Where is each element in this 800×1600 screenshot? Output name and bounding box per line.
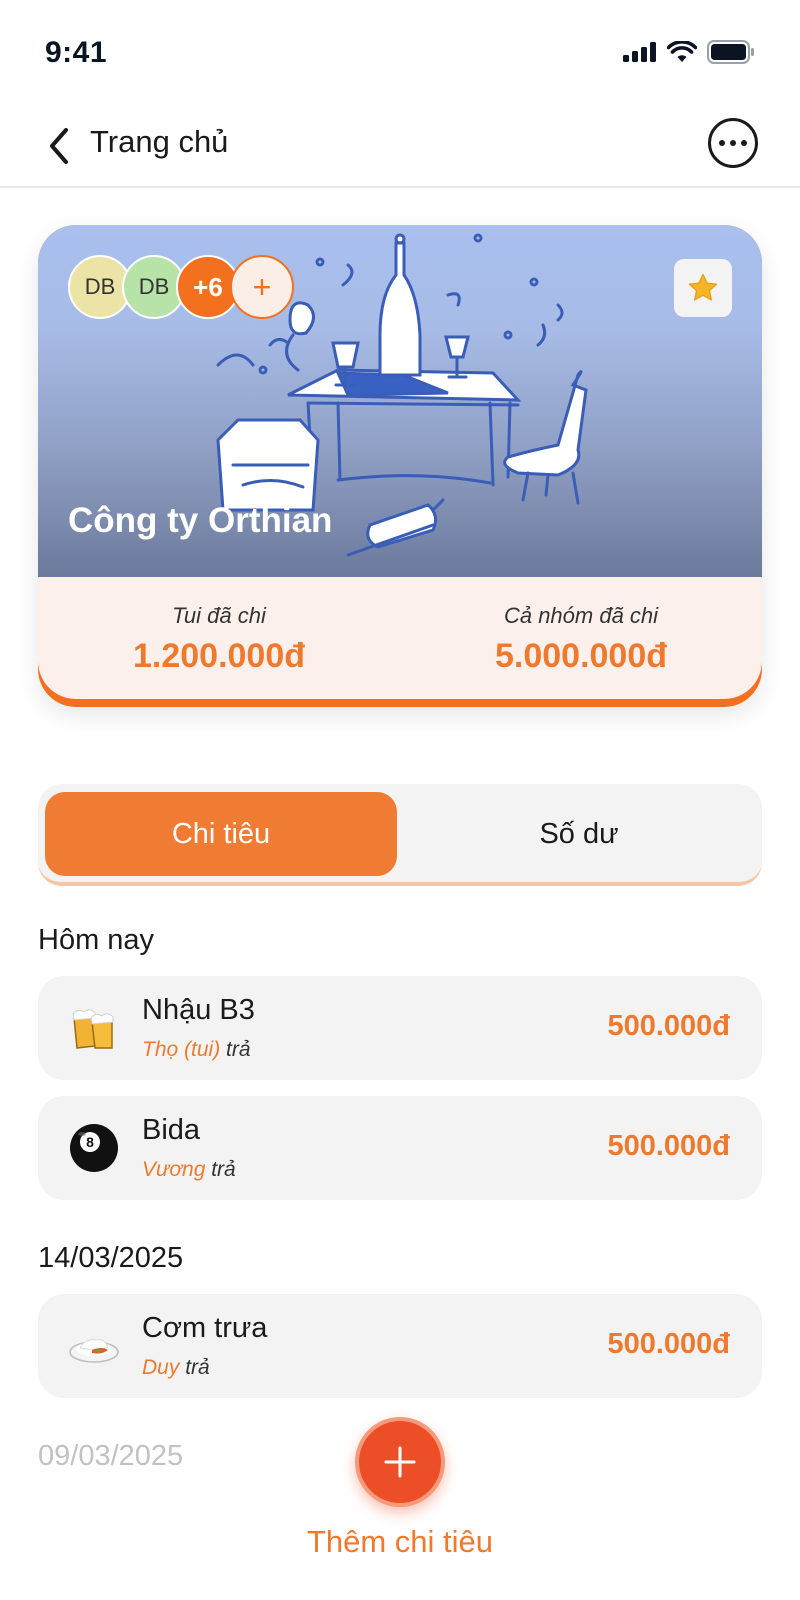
expense-name: Bida (142, 1114, 201, 1146)
add-expense-label[interactable]: Thêm chi tiêu (0, 1524, 800, 1560)
beer-icon (72, 1009, 114, 1049)
group-name: Công ty Orthian (68, 501, 333, 540)
chevron-left-icon (50, 128, 68, 164)
payer-name: Vương (142, 1158, 206, 1181)
battery-icon (707, 40, 754, 64)
back-label[interactable]: Trang chủ (90, 124, 228, 160)
group-spent-label: Cả nhóm đã chi (503, 603, 659, 628)
add-expense-button[interactable] (355, 1417, 445, 1507)
paid-suffix: trả (226, 1038, 251, 1061)
segmented-tabs: Chi tiêu Số dư (38, 784, 762, 886)
tab-expenses[interactable]: Chi tiêu (45, 792, 397, 876)
status-icons (623, 40, 755, 64)
back-button[interactable] (42, 124, 78, 168)
signal-icon (623, 42, 656, 62)
expense-item[interactable]: Cơm trưa Duy trả 500.000đ (38, 1294, 762, 1398)
expense-amount: 500.000đ (607, 1130, 730, 1162)
more-dot (719, 140, 725, 146)
favorite-button[interactable] (674, 259, 732, 317)
more-options-button[interactable] (708, 118, 758, 168)
member-avatars[interactable]: DB DB +6 + (68, 255, 294, 319)
my-spent-value: 1.200.000đ (132, 637, 306, 675)
expense-payer: Thọ (tui) trả (142, 1038, 251, 1062)
section-header-today: Hôm nay (38, 924, 155, 956)
expense-payer: Vương trả (142, 1158, 236, 1182)
more-dot (741, 140, 747, 146)
rice-dish-icon (69, 1339, 119, 1363)
tab-balance[interactable]: Số dư (403, 792, 755, 876)
expense-payer: Duy trả (142, 1356, 210, 1380)
wifi-icon (667, 41, 697, 62)
expense-name: Nhậu B3 (142, 994, 255, 1026)
expense-item[interactable]: 8 Bida Vương trả 500.000đ (38, 1096, 762, 1200)
nav-bar: Trang chủ (0, 110, 800, 188)
payer-name: Duy (142, 1356, 180, 1379)
paid-suffix: trả (211, 1158, 236, 1181)
payer-name: Thọ (tui) (142, 1038, 221, 1061)
my-spent: Tui đã chi 1.200.000đ (38, 577, 400, 699)
billiard-ball-icon: 8 (70, 1124, 118, 1172)
expense-item[interactable]: Nhậu B3 Thọ (tui) trả 500.000đ (38, 976, 762, 1080)
group-spent-value: 5.000.000đ (494, 637, 668, 675)
more-dot (730, 140, 736, 146)
expense-amount: 500.000đ (607, 1010, 730, 1042)
section-header-date: 09/03/2025 (38, 1440, 184, 1472)
paid-suffix: trả (185, 1356, 210, 1379)
status-bar: 9:41 (0, 0, 800, 110)
expense-name: Cơm trưa (142, 1312, 268, 1344)
svg-text:8: 8 (86, 1134, 94, 1150)
section-header-date: 14/03/2025 (38, 1242, 184, 1274)
group-hero: DB DB +6 + Công ty Orthian (38, 225, 762, 577)
status-time: 9:41 (45, 36, 108, 69)
group-card[interactable]: DB DB +6 + Công ty Orthian Tui đã chi 1.… (38, 225, 762, 707)
plus-icon (384, 1446, 416, 1478)
group-spent: Cả nhóm đã chi 5.000.000đ (400, 577, 762, 699)
expense-amount: 500.000đ (607, 1328, 730, 1360)
my-spent-label: Tui đã chi (172, 603, 266, 628)
star-icon (688, 273, 718, 301)
spending-summary: Tui đã chi 1.200.000đ Cả nhóm đã chi 5.0… (38, 577, 762, 699)
add-member-button[interactable]: + (230, 255, 294, 319)
